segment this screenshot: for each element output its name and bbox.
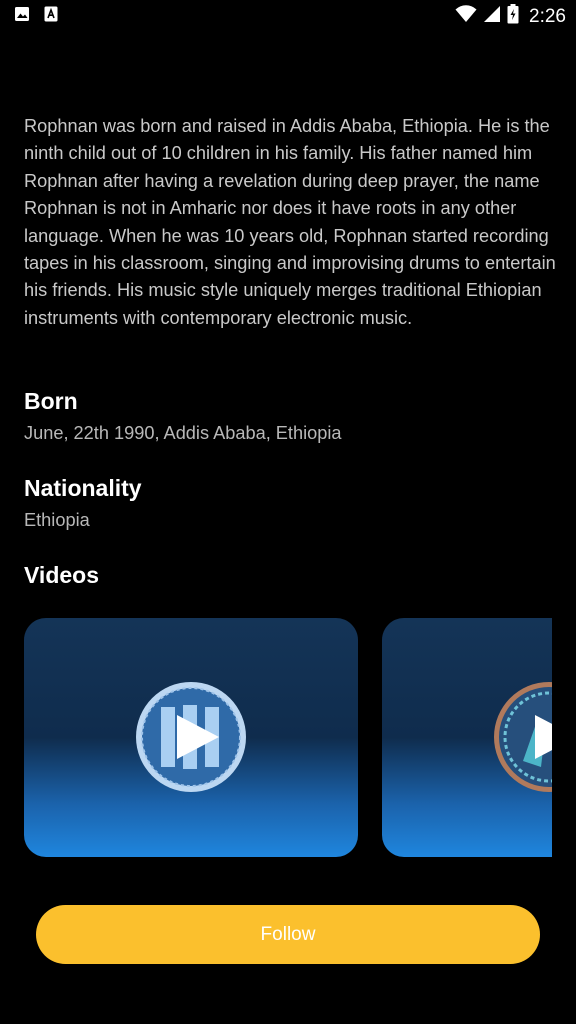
status-bar: 2:26 bbox=[0, 0, 576, 30]
play-logo-icon bbox=[135, 681, 247, 793]
born-heading: Born bbox=[24, 388, 78, 414]
status-time: 2:26 bbox=[529, 5, 566, 27]
image-icon bbox=[14, 6, 30, 27]
play-logo-icon bbox=[493, 681, 552, 793]
battery-charging-icon bbox=[507, 4, 519, 29]
signal-icon bbox=[483, 5, 501, 28]
videos-carousel[interactable] bbox=[24, 618, 552, 857]
nationality-heading: Nationality bbox=[24, 475, 142, 501]
follow-button[interactable]: Follow bbox=[36, 905, 540, 964]
artist-bio: Rophnan was born and raised in Addis Aba… bbox=[24, 116, 556, 328]
a-icon bbox=[44, 6, 58, 27]
video-card[interactable] bbox=[382, 618, 552, 857]
born-value: June, 22th 1990, Addis Ababa, Ethiopia bbox=[24, 423, 342, 443]
wifi-icon bbox=[455, 5, 477, 28]
nationality-value: Ethiopia bbox=[24, 510, 90, 530]
videos-heading: Videos bbox=[24, 562, 99, 588]
video-card[interactable] bbox=[24, 618, 358, 857]
